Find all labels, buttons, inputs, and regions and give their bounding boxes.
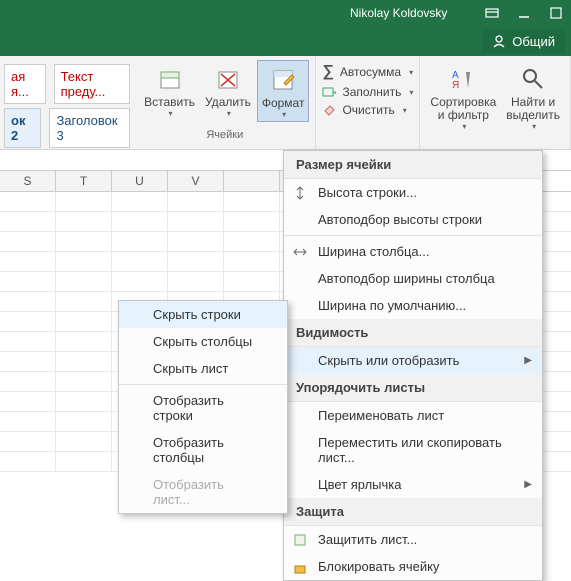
- autosum-button[interactable]: ∑ Автосумма▾: [320, 62, 415, 82]
- title-bar: Nikolay Koldovsky: [0, 0, 571, 26]
- hide-unhide-submenu: Скрыть строки Скрыть столбцы Скрыть лист…: [118, 300, 288, 514]
- clear-button[interactable]: Очистить▾: [320, 102, 415, 118]
- find-select-button[interactable]: Найти ивыделить▾: [502, 60, 564, 133]
- sort-icon: AЯ: [450, 66, 476, 92]
- fill-button[interactable]: Заполнить▾: [320, 84, 415, 100]
- sort-filter-button[interactable]: AЯ Сортировкаи фильтр▾: [426, 60, 500, 133]
- style-warning-text[interactable]: Текст преду...: [54, 64, 131, 104]
- insert-icon: [157, 66, 183, 92]
- cells-group: Вставить▾ Удалить▾ Формат▾ Ячейки: [134, 56, 316, 149]
- menu-col-width[interactable]: Ширина столбца...: [284, 238, 542, 265]
- svg-text:Я: Я: [452, 80, 459, 91]
- format-button[interactable]: Формат▾: [257, 60, 310, 122]
- format-menu: Размер ячейки Высота строки... Автоподбо…: [283, 150, 543, 581]
- submenu-show-cols[interactable]: Отобразить столбцы: [119, 429, 287, 471]
- delete-icon: [215, 66, 241, 92]
- submenu-hide-rows[interactable]: Скрыть строки: [119, 301, 287, 328]
- menu-lock-cell[interactable]: Блокировать ячейку: [284, 553, 542, 580]
- menu-default-width[interactable]: Ширина по умолчанию...: [284, 292, 542, 319]
- menu-row-height[interactable]: Высота строки...: [284, 179, 542, 206]
- insert-button[interactable]: Вставить▾: [140, 60, 199, 122]
- col-hdr[interactable]: S: [0, 171, 56, 191]
- menu-header-arrange: Упорядочить листы: [284, 374, 542, 402]
- menu-header-visibility: Видимость: [284, 319, 542, 347]
- share-button[interactable]: Общий: [482, 29, 565, 54]
- col-hdr[interactable]: [224, 171, 280, 191]
- menu-header-cellsize: Размер ячейки: [284, 151, 542, 179]
- menu-header-protect: Защита: [284, 498, 542, 526]
- delete-button[interactable]: Удалить▾: [201, 60, 255, 122]
- col-hdr[interactable]: U: [112, 171, 168, 191]
- col-width-icon: [292, 244, 308, 260]
- submenu-hide-cols[interactable]: Скрыть столбцы: [119, 328, 287, 355]
- protect-icon: [292, 532, 308, 548]
- menu-hide-unhide[interactable]: Скрыть или отобразить ▶: [284, 347, 542, 374]
- menu-autofit-col[interactable]: Автоподбор ширины столбца: [284, 265, 542, 292]
- share-label: Общий: [512, 34, 555, 49]
- cells-group-label: Ячейки: [206, 129, 243, 145]
- menu-rename-sheet[interactable]: Переименовать лист: [284, 402, 542, 429]
- ribbon-options-icon[interactable]: [485, 6, 499, 20]
- sigma-icon: ∑: [322, 63, 333, 81]
- sort-find-group: AЯ Сортировкаи фильтр▾ Найти ивыделить▾: [419, 56, 571, 149]
- col-hdr[interactable]: T: [56, 171, 112, 191]
- find-icon: [520, 66, 546, 92]
- submenu-arrow-icon: ▶: [524, 355, 532, 366]
- share-icon: [492, 34, 506, 48]
- submenu-arrow-icon: ▶: [524, 479, 532, 490]
- maximize-icon[interactable]: [549, 6, 563, 20]
- fill-icon: [322, 85, 336, 99]
- editing-col: ∑ Автосумма▾ Заполнить▾ Очистить▾: [316, 56, 419, 149]
- menu-autofit-row[interactable]: Автоподбор высоты строки: [284, 206, 542, 233]
- lock-icon: [292, 559, 308, 575]
- format-icon: [270, 67, 296, 93]
- menu-protect-sheet[interactable]: Защитить лист...: [284, 526, 542, 553]
- ribbon: ая я... Текст преду... ок 2 Заголовок 3 …: [0, 56, 571, 150]
- style-heading3[interactable]: Заголовок 3: [49, 108, 130, 148]
- menu-tab-color[interactable]: Цвет ярлычка ▶: [284, 471, 542, 498]
- row-height-icon: [292, 185, 308, 201]
- col-hdr[interactable]: V: [168, 171, 224, 191]
- minimize-icon[interactable]: [517, 6, 531, 20]
- submenu-hide-sheet[interactable]: Скрыть лист: [119, 355, 287, 382]
- style-warning-a[interactable]: ая я...: [4, 64, 46, 104]
- submenu-show-rows[interactable]: Отобразить строки: [119, 387, 287, 429]
- style-heading2[interactable]: ок 2: [4, 108, 41, 148]
- share-bar: Общий: [0, 26, 571, 56]
- user-name: Nikolay Koldovsky: [350, 6, 447, 20]
- styles-gallery[interactable]: ая я... Текст преду... ок 2 Заголовок 3: [0, 56, 134, 149]
- clear-icon: [322, 103, 336, 117]
- menu-move-sheet[interactable]: Переместить или скопировать лист...: [284, 429, 542, 471]
- submenu-show-sheet: Отобразить лист...: [119, 471, 287, 513]
